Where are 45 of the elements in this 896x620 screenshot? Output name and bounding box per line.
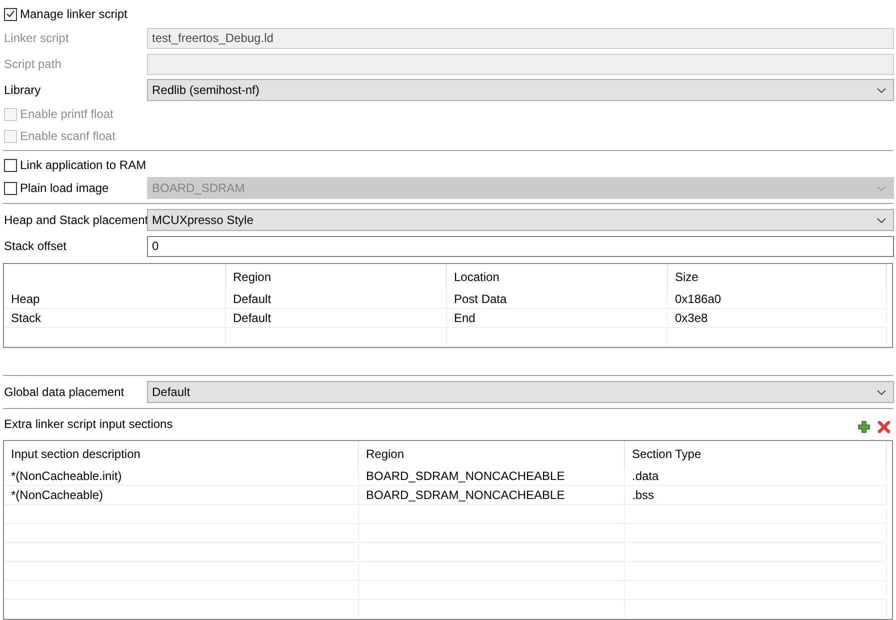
table-cell: .data	[625, 467, 887, 485]
table-cell: Heap	[4, 290, 226, 308]
checkbox-label: Plain load image	[20, 180, 109, 197]
field-label: Global data placement	[3, 384, 126, 401]
table-cell: Stack	[4, 309, 226, 327]
chevron-down-icon	[877, 390, 886, 394]
field-label: Linker script	[3, 30, 70, 47]
checkmark-icon	[6, 10, 15, 18]
checkbox[interactable]	[4, 158, 17, 172]
table-cell: 0x3e8	[668, 309, 887, 327]
checkbox-label: Manage linker script	[20, 6, 128, 23]
dropdown[interactable]: Redlib (semihost-nf)	[147, 79, 894, 101]
table-cell: 0x186a0	[668, 290, 887, 308]
section-label: Extra linker script input sections	[4, 416, 173, 433]
table-cell: *(NonCacheable.init)	[4, 467, 359, 485]
table-cell: BOARD_SDRAM_NONCACHEABLE	[359, 467, 625, 485]
checkbox-label: Enable scanf float	[20, 128, 116, 145]
dropdown[interactable]: Default	[147, 381, 894, 403]
checkbox[interactable]	[4, 8, 17, 20]
dropdown[interactable]: MCUXpresso Style	[147, 209, 894, 231]
checkbox-label: Link application to RAM	[20, 157, 146, 174]
column-header[interactable]: Location	[447, 264, 668, 290]
field-label: Library	[3, 82, 42, 99]
table-cell: Default	[226, 290, 447, 308]
chevron-down-icon	[877, 186, 886, 190]
column-header[interactable]: Input section description	[4, 441, 359, 467]
table-cell: Default	[226, 309, 447, 327]
field-label: Script path	[3, 56, 62, 73]
column-header[interactable]: Region	[359, 441, 625, 467]
delete-icon[interactable]	[878, 421, 890, 433]
chevron-down-icon	[877, 218, 886, 222]
table-cell: End	[447, 309, 668, 327]
field-label: Heap and Stack placement	[3, 212, 147, 229]
column-header[interactable]: Size	[668, 264, 887, 290]
column-header[interactable]: Section Type	[625, 441, 887, 467]
column-header[interactable]: Region	[226, 264, 447, 290]
text-field[interactable]: 0	[147, 236, 894, 256]
table-cell: *(NonCacheable)	[4, 486, 359, 504]
chevron-down-icon	[877, 88, 886, 92]
add-icon[interactable]	[858, 421, 870, 433]
table-cell: BOARD_SDRAM_NONCACHEABLE	[359, 486, 625, 504]
checkbox-label: Enable printf float	[20, 106, 114, 123]
table-cell: Post Data	[447, 290, 668, 308]
table-cell: .bss	[625, 486, 887, 504]
field-label: Stack offset	[3, 238, 68, 255]
